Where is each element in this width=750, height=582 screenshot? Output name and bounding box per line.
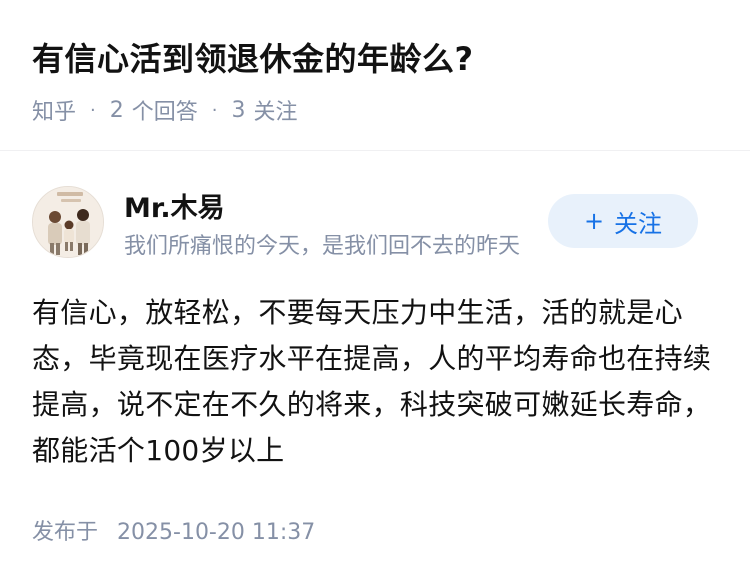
answer-content: 有信心，放轻松，不要每天压力中生活，活的就是心态，毕竟现在医疗水平在提高，人的平… [32, 296, 712, 467]
answer-count-label[interactable]: 个回答 [132, 94, 198, 126]
meta-separator: · [90, 99, 96, 121]
answer-page: 有信心活到领退休金的年龄么? 知乎 · 2 个回答 · 3 关注 Mr.木易 我… [0, 0, 750, 582]
publish-info: 发布于 2025-10-20 11:37 [32, 514, 315, 546]
follow-button[interactable]: + 关注 [548, 194, 698, 248]
author-bio: 我们所痛恨的今天，是我们回不去的昨天 [124, 234, 521, 259]
follow-count-label[interactable]: 关注 [254, 94, 298, 126]
author-name[interactable]: Mr.木易 [124, 186, 225, 225]
divider [0, 150, 750, 151]
avatar[interactable] [32, 186, 104, 258]
follow-count[interactable]: 3 [232, 98, 246, 123]
answer-count[interactable]: 2 [110, 98, 124, 123]
meta-separator: · [211, 99, 218, 121]
published-time: 2025-10-20 11:37 [117, 520, 316, 545]
question-meta: 知乎 · 2 个回答 · 3 关注 [32, 94, 298, 126]
published-label: 发布于 [32, 520, 99, 545]
avatar-family-photo-icon [33, 187, 103, 257]
plus-icon: + [583, 207, 605, 235]
source-label[interactable]: 知乎 [32, 94, 76, 126]
follow-button-label: 关注 [614, 209, 663, 238]
question-title[interactable]: 有信心活到领退休金的年龄么? [32, 34, 474, 80]
